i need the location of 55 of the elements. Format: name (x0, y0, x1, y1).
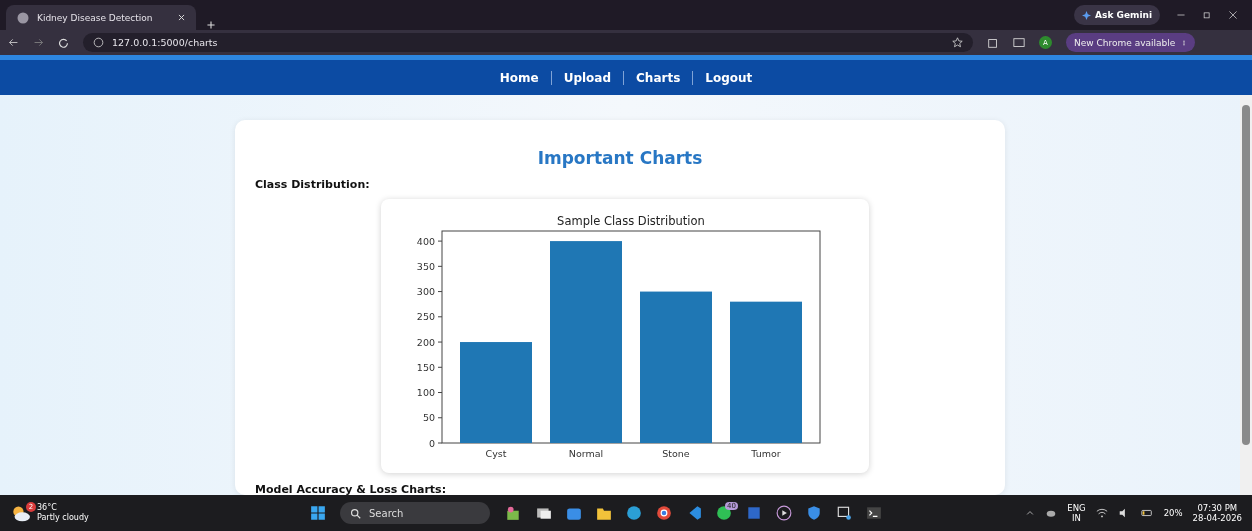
play-icon[interactable] (776, 505, 792, 521)
browser-tab[interactable]: Kidney Disease Detection (6, 5, 196, 30)
y-tick-label: 400 (416, 235, 435, 247)
close-icon[interactable] (1228, 10, 1238, 20)
nav-link[interactable]: Logout (692, 70, 765, 85)
folder-icon[interactable] (596, 505, 612, 521)
temperature: 36°C (37, 503, 58, 513)
forward-icon[interactable] (33, 37, 44, 48)
y-tick-label: 50 (422, 412, 435, 424)
chrome-icon[interactable] (656, 505, 672, 521)
y-tick-label: 100 (416, 387, 435, 398)
battery-icon[interactable] (1139, 507, 1154, 519)
battery-percent: 20% (1163, 508, 1183, 518)
section-heading: Class Distribution: (255, 178, 371, 191)
region-label[interactable]: IN (1072, 513, 1081, 523)
nav-link[interactable]: Home (487, 70, 551, 85)
x-tick-label: Tumor (751, 448, 781, 459)
address-bar[interactable]: 127.0.0.1:5000/charts (83, 33, 973, 52)
gemini-button[interactable]: Ask Gemini (1074, 5, 1160, 25)
clock-date[interactable]: 28-04-2026 (1192, 513, 1242, 523)
windows-start-icon[interactable] (310, 505, 326, 521)
page-title: Important Charts (536, 148, 704, 168)
restore-icon[interactable] (1202, 10, 1212, 20)
scrollbar[interactable] (1240, 95, 1252, 495)
cloud-sun-icon (10, 504, 32, 522)
chart-title: Sample Class Distribution (557, 214, 705, 228)
taskbar-search[interactable]: Search (340, 502, 490, 524)
x-tick-label: Normal (568, 448, 604, 459)
nav-link[interactable]: Charts (623, 70, 693, 85)
section-heading: Model Accuracy & Loss Charts: (255, 483, 448, 495)
wifi-icon[interactable] (1095, 507, 1108, 519)
plus-icon[interactable] (206, 20, 216, 30)
y-tick-label: 150 (416, 361, 435, 373)
shield-icon[interactable] (806, 505, 822, 521)
update-button[interactable]: New Chrome available (1066, 33, 1196, 52)
y-tick-label: 350 (416, 260, 435, 272)
sparkle-icon (1082, 10, 1092, 20)
y-tick-label: 250 (416, 311, 435, 323)
chevron-up-icon[interactable] (1025, 508, 1036, 518)
close-icon[interactable] (177, 13, 186, 22)
search-icon (350, 507, 361, 519)
y-tick-label: 300 (416, 286, 435, 298)
back-icon[interactable] (8, 37, 19, 48)
clock-time[interactable]: 07:30 PM (1197, 503, 1238, 513)
weather-condition: Partly cloudy (37, 513, 89, 523)
star-icon[interactable] (952, 37, 963, 48)
y-tick-label: 0 (428, 437, 435, 449)
x-tick-label: Cyst (485, 448, 507, 459)
windows-icon[interactable] (536, 505, 552, 521)
nav-link[interactable]: Upload (550, 70, 624, 85)
x-tick-label: Stone (662, 448, 690, 459)
language-label[interactable]: ENG (1067, 503, 1086, 513)
y-tick-label: 200 (416, 336, 435, 348)
reload-icon[interactable] (58, 37, 69, 48)
terminal-icon[interactable] (866, 505, 882, 521)
